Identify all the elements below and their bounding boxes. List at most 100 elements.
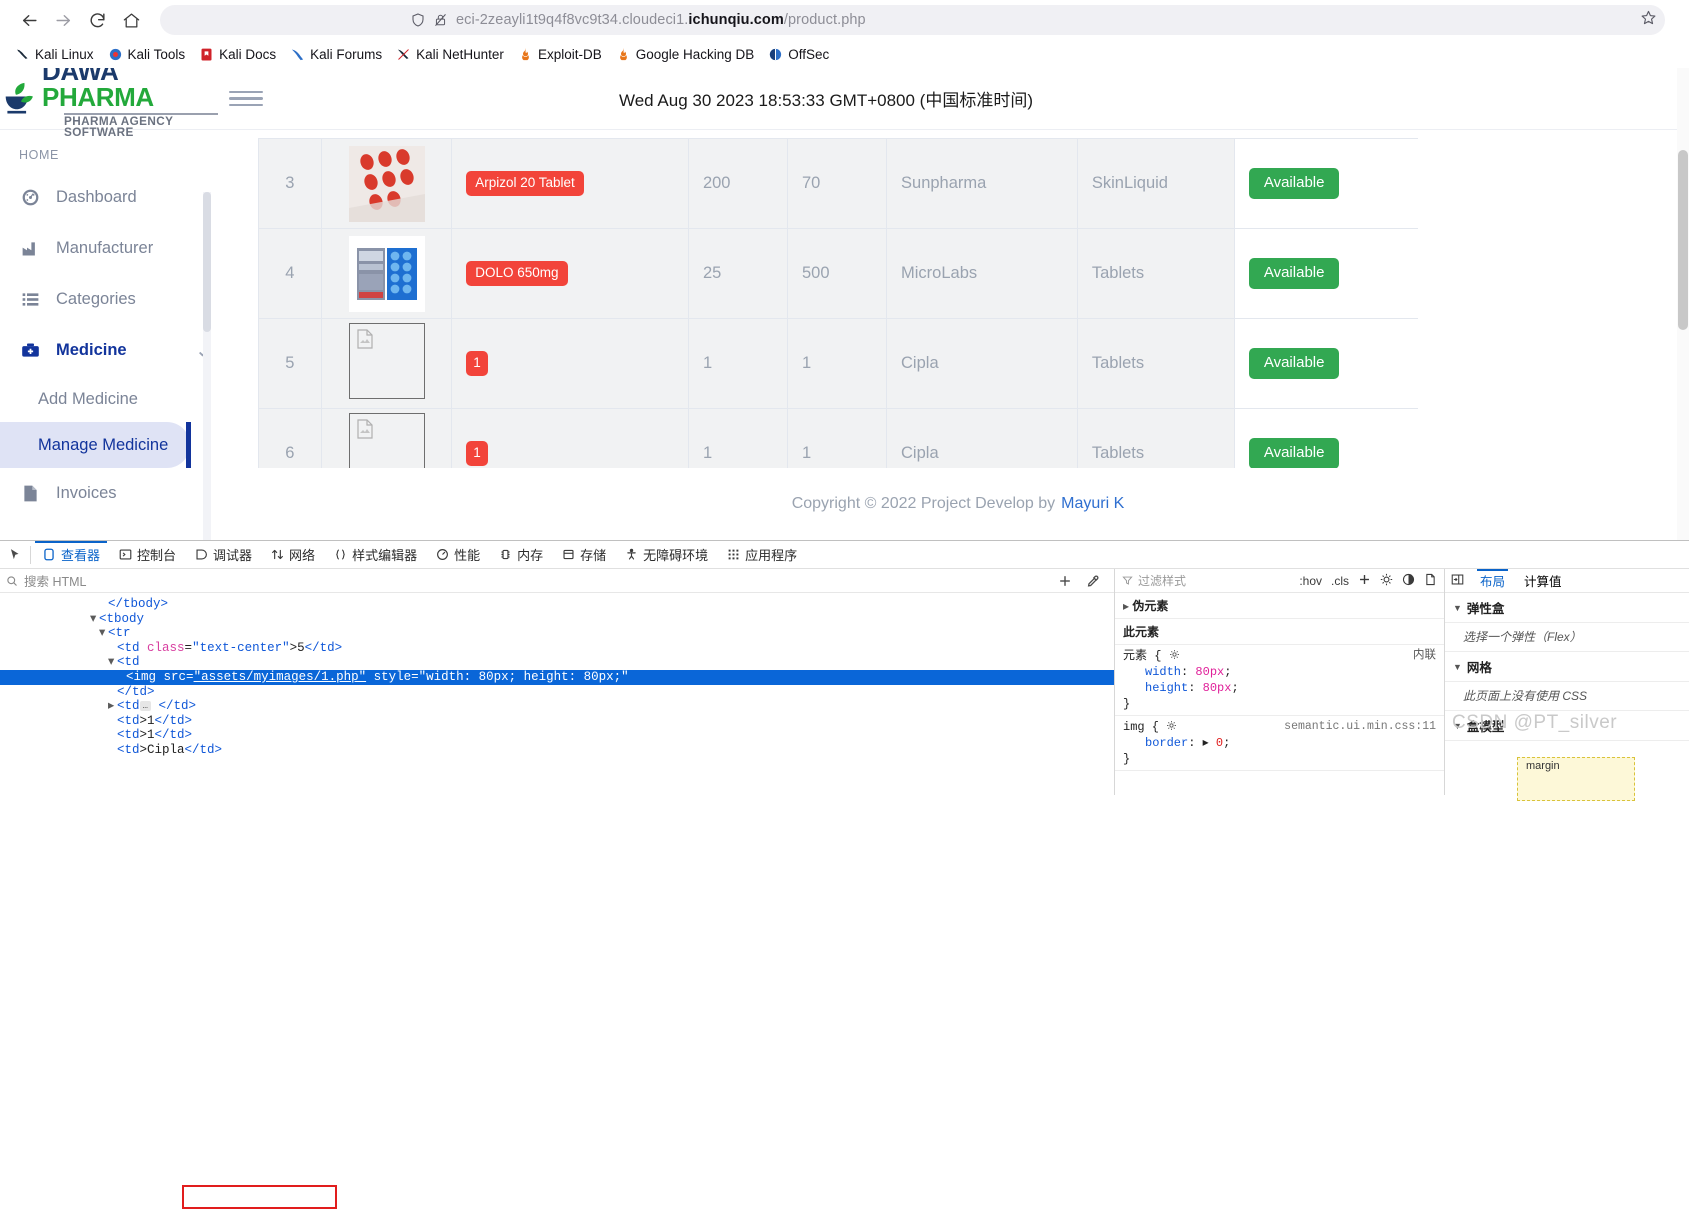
devtools-tab-performance[interactable]: 性能 <box>426 541 489 569</box>
dom-line[interactable]: </td> <box>0 685 1114 700</box>
bookmark-google-hacking-db[interactable]: Google Hacking DB <box>609 44 762 65</box>
sidebar-subitem-manage-medicine[interactable]: Manage Medicine <box>0 422 191 468</box>
dom-line[interactable]: <td class="text-center">5</td> <box>0 641 1114 656</box>
css-declaration[interactable]: height: 80px; <box>1123 680 1436 696</box>
shield-icon <box>412 13 424 27</box>
sidebar-item-label: Categories <box>56 290 136 308</box>
cell-category: SkinLiquid <box>1076 138 1235 229</box>
url-prefix: eci-2zeayli1t9q4f8vc9t34.cloudeci1. <box>456 12 689 28</box>
dom-line[interactable]: <td>Cipla</td> <box>0 743 1114 758</box>
reload-button[interactable] <box>82 5 112 35</box>
dom-line[interactable]: ▾ <tbody <box>0 612 1114 627</box>
class-toggle-button[interactable]: .cls <box>1331 574 1349 588</box>
sidebar-item-dashboard[interactable]: Dashboard <box>0 172 227 223</box>
devtools-tab-storage[interactable]: 存储 <box>552 541 615 569</box>
element-picker-button[interactable] <box>2 548 28 562</box>
grid-section-header[interactable]: ▼ 网格 <box>1445 652 1689 682</box>
devtools-tab-debugger[interactable]: 调试器 <box>185 541 261 569</box>
bookmark-kali-forums[interactable]: Kali Forums <box>283 44 389 65</box>
devtools-tab-console[interactable]: 控制台 <box>109 541 185 569</box>
this-element-row: 此元素 <box>1115 619 1444 645</box>
expand-pane-button[interactable] <box>1451 573 1464 589</box>
home-icon <box>123 13 139 27</box>
cell-id: 3 <box>258 138 322 229</box>
add-rule-button[interactable] <box>1358 573 1371 589</box>
style-filter[interactable]: 过滤样式 <box>1122 572 1290 589</box>
layout-tab-computed[interactable]: 计算值 <box>1521 569 1565 593</box>
address-bar[interactable]: eci-2zeayli1t9q4f8vc9t34.cloudeci1.ichun… <box>160 5 1665 35</box>
box-model-margin-label: margin <box>1526 760 1560 772</box>
eyedropper-icon[interactable] <box>1086 574 1100 588</box>
hover-state-button[interactable]: :hov <box>1299 574 1322 588</box>
dom-line[interactable]: <td>1</td> <box>0 728 1114 743</box>
dom-line[interactable]: ▾ <td <box>0 655 1114 670</box>
tab-label: 查看器 <box>61 548 101 563</box>
tab-label: 应用程序 <box>745 548 798 563</box>
sidebar-item-medicine[interactable]: Medicine ⌄ <box>0 325 227 376</box>
bookmark-star-button[interactable] <box>1640 9 1657 31</box>
devtools-tab-application[interactable]: 应用程序 <box>717 541 806 569</box>
mortar-leaf-icon <box>5 82 33 113</box>
split-view-icon <box>1451 574 1464 584</box>
medicine-name-badge: Arpizol 20 Tablet <box>466 171 584 196</box>
page-scrollbar-thumb[interactable] <box>1678 150 1688 330</box>
print-media-button[interactable] <box>1424 573 1437 589</box>
dom-line-selected[interactable]: <img src="assets/myimages/1.php" style="… <box>0 669 1114 685</box>
sidebar-scrollbar-thumb[interactable] <box>203 192 211 332</box>
pseudo-elements-row[interactable]: ▸ 伪元素 <box>1115 593 1444 619</box>
devtools-tab-accessibility[interactable]: 无障碍环境 <box>615 541 717 569</box>
table-row[interactable]: 3 Arpizol 20 Tablet 200 70 Sunpharma Ski… <box>258 138 1418 229</box>
home-button[interactable] <box>116 5 146 35</box>
property-value: 0 <box>1215 736 1224 750</box>
bookmark-kali-linux[interactable]: Kali Linux <box>8 44 101 65</box>
add-node-icon[interactable] <box>1058 574 1072 588</box>
medicine-name-badge: 1 <box>466 441 488 466</box>
rule-close-brace: } <box>1123 752 1131 766</box>
sidebar-nav: HOME Dashboard Manufacturer › Cate <box>0 130 227 540</box>
watermark-text: CSDN @PT_silver <box>1452 712 1618 733</box>
layout-tab-layout[interactable]: 布局 <box>1477 568 1509 593</box>
inline-origin-label: 内联 <box>1413 649 1436 662</box>
sidebar-item-manufacturer[interactable]: Manufacturer › <box>0 223 227 274</box>
gear-icon[interactable] <box>1169 649 1180 660</box>
dom-line[interactable]: <td>1</td> <box>0 714 1114 729</box>
menu-toggle-button[interactable] <box>229 90 263 107</box>
sidebar-subitem-add-medicine[interactable]: Add Medicine <box>0 376 227 422</box>
dark-scheme-button[interactable] <box>1402 573 1415 589</box>
devtools-tab-style-editor[interactable]: 样式编辑器 <box>324 541 426 569</box>
table-row[interactable]: 5 1 1 1 Cipla Tablets Available <box>258 318 1418 409</box>
dom-search-input[interactable]: 搜索 HTML <box>24 571 1052 590</box>
css-declaration[interactable]: border: ▸ 0; <box>1123 735 1436 751</box>
light-scheme-button[interactable] <box>1380 573 1393 589</box>
forward-button[interactable] <box>48 5 78 35</box>
bookmark-kali-nethunter[interactable]: Kali NetHunter <box>389 44 511 65</box>
offsec-icon <box>770 48 782 60</box>
css-declaration[interactable]: width: 80px; <box>1123 664 1436 680</box>
bookmark-exploit-db[interactable]: Exploit-DB <box>511 44 609 65</box>
devtools-tab-inspector[interactable]: 查看器 <box>33 540 109 569</box>
annotation-highlight-box <box>182 1185 337 1209</box>
back-button[interactable] <box>14 5 44 35</box>
dom-line[interactable]: </tbody> <box>0 597 1114 612</box>
devtools-tab-memory[interactable]: 内存 <box>489 541 552 569</box>
devtools-body: 搜索 HTML </tbody> ▾ <tbody ▾ <tr <td class=… <box>0 568 1689 801</box>
rule-source-link[interactable]: semantic.ui.min.css:11 <box>1284 719 1436 735</box>
cell-name: DOLO 650mg <box>451 228 689 319</box>
debugger-icon <box>194 548 208 562</box>
flexbox-section-header[interactable]: ▼ 弹性盒 <box>1445 593 1689 623</box>
cell-name: Arpizol 20 Tablet <box>451 138 689 229</box>
gear-icon[interactable] <box>1166 720 1177 731</box>
bookmark-offsec[interactable]: OffSec <box>761 44 836 65</box>
cell-id: 4 <box>258 228 322 319</box>
bookmark-kali-tools[interactable]: Kali Tools <box>101 44 193 65</box>
app-logo[interactable]: DAWA PHARMA PHARMA AGENCY SOFTWARE <box>0 68 227 139</box>
dom-line[interactable]: ▾ <tr <box>0 626 1114 641</box>
devtools-tab-network[interactable]: 网络 <box>261 541 324 569</box>
bookmark-kali-docs[interactable]: Kali Docs <box>192 44 283 65</box>
author-link[interactable]: Mayuri K <box>1061 495 1124 513</box>
table-row[interactable]: 4 DOLO 650mg 25 500 MicroLabs Tablets Av… <box>258 228 1418 319</box>
sidebar-item-categories[interactable]: Categories › <box>0 274 227 325</box>
filter-placeholder: 过滤样式 <box>1138 574 1187 588</box>
dom-line[interactable]: ▸ <td… </td> <box>0 699 1114 714</box>
sidebar-item-invoices[interactable]: Invoices › <box>0 468 227 519</box>
